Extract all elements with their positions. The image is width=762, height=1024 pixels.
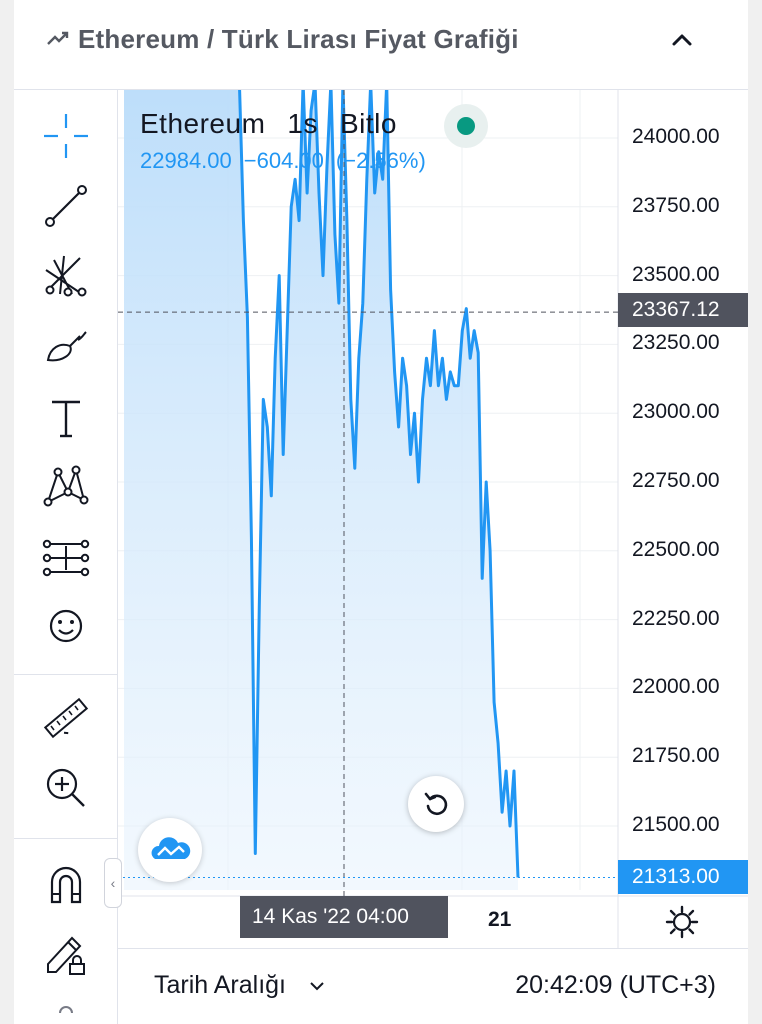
- text-tool-button[interactable]: [38, 390, 94, 446]
- page-title: Ethereum / Türk Lirası Fiyat Grafiği: [78, 24, 519, 54]
- chart-header: Ethereum / Türk Lirası Fiyat Grafiği: [14, 0, 748, 90]
- left-frame: [0, 0, 14, 1024]
- price-axis-tick: 22500.00: [632, 537, 720, 561]
- more-tools-button[interactable]: [38, 990, 94, 1020]
- legend-exchange: Bitlo: [339, 108, 397, 139]
- symbol-legend: Ethereum 1s Bitlo 22984.00 −604.00 (−2.56%): [140, 108, 438, 188]
- pitchfork-icon: [45, 255, 87, 297]
- price-axis-tick: 22750.00: [632, 469, 720, 492]
- crosshair-tool-button[interactable]: [38, 108, 94, 164]
- reset-icon: [424, 792, 448, 816]
- magnet-tool-button[interactable]: [38, 856, 94, 912]
- chevron-up-icon[interactable]: [668, 26, 696, 54]
- last-price-label: 21313.00: [618, 860, 748, 894]
- legend-change: −604.00: [243, 148, 324, 173]
- emoji-icon: [49, 609, 83, 643]
- date-range-button[interactable]: Tarih Aralığı: [154, 971, 286, 1000]
- chart-settings-icon[interactable]: [664, 904, 700, 940]
- brush-tool-button[interactable]: [38, 316, 94, 372]
- price-axis-tick: 22250.00: [632, 606, 720, 630]
- brush-icon: [46, 331, 87, 362]
- text-icon: [52, 400, 80, 438]
- legend-change-percent: (−2.56%): [335, 148, 426, 173]
- crosshair-price-label: 23367.12: [618, 293, 748, 327]
- price-axis-tick: 24000.00: [632, 125, 720, 148]
- right-frame: [748, 0, 762, 1024]
- measure-levels-icon: [42, 539, 90, 577]
- crosshair-time-label: 14 Kas '22 04:00: [240, 896, 448, 938]
- price-axis-tick: 21750.00: [632, 744, 720, 768]
- zoom-in-tool-button[interactable]: [38, 760, 94, 816]
- toolbar-divider: [14, 674, 118, 675]
- trend-up-icon: [47, 31, 69, 45]
- lock-drawing-icon: [47, 936, 85, 975]
- lock-drawing-tool-button[interactable]: [38, 926, 94, 982]
- trend-line-tool-button[interactable]: [38, 178, 94, 234]
- timezone-clock[interactable]: 20:42:09 (UTC+3): [515, 971, 716, 1000]
- ruler-icon: [43, 697, 89, 739]
- price-axis-tick: 21500.00: [632, 813, 720, 836]
- pattern-icon: [43, 465, 89, 507]
- price-axis-tick: 23000.00: [632, 400, 720, 424]
- pattern-tool-button[interactable]: [38, 458, 94, 514]
- market-status-indicator[interactable]: [444, 104, 488, 148]
- crosshair-icon: [44, 114, 88, 158]
- chart-logo-button[interactable]: [138, 818, 202, 882]
- time-axis-tick: 21: [488, 908, 512, 931]
- zoom-in-icon: [46, 768, 85, 807]
- chart-footer: Tarih Aralığı 20:42:09 (UTC+3): [118, 948, 748, 1024]
- magnet-icon: [50, 866, 82, 904]
- emoji-tool-button[interactable]: [38, 598, 94, 654]
- toolbar-divider: [14, 838, 118, 839]
- more-tools-icon: [59, 1006, 73, 1014]
- price-axis-tick: 23500.00: [632, 262, 720, 286]
- legend-symbol: Ethereum: [140, 108, 266, 139]
- price-axis-tick: 23250.00: [632, 331, 720, 355]
- ruler-tool-button[interactable]: [38, 690, 94, 746]
- legend-last-price: 22984.00: [140, 148, 232, 173]
- price-axis-tick: 23750.00: [632, 193, 720, 217]
- pitchfork-tool-button[interactable]: [38, 248, 94, 304]
- drawing-toolbar: [14, 90, 118, 1024]
- reset-chart-button[interactable]: [408, 776, 464, 832]
- cloud-chart-logo-icon: [151, 837, 191, 859]
- chevron-down-icon[interactable]: [308, 977, 326, 995]
- toolbar-collapse-handle[interactable]: ‹: [104, 858, 122, 908]
- measure-levels-tool-button[interactable]: [38, 530, 94, 586]
- trend-line-icon: [45, 185, 87, 227]
- legend-interval: 1s: [287, 108, 318, 139]
- price-axis-tick: 22000.00: [632, 675, 720, 699]
